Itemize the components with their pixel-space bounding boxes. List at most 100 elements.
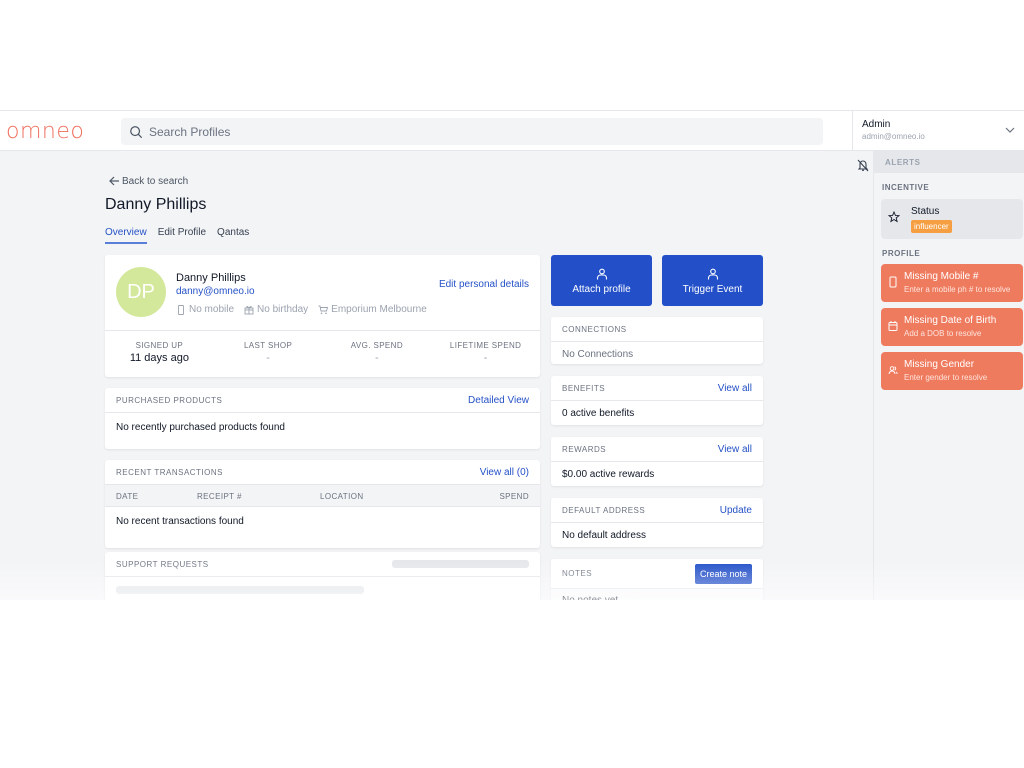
incentive-badge: influencer: [911, 220, 952, 233]
profile-birthday: No birthday: [257, 304, 309, 315]
loading-skeleton: [116, 586, 364, 594]
card-label: PURCHASED PRODUCTS: [116, 395, 223, 405]
rewards-card: REWARDS View all $0.00 active rewards: [551, 437, 763, 486]
stat-label: LAST SHOP: [243, 341, 293, 350]
card-label: CONNECTIONS: [562, 324, 627, 334]
arrow-left-icon: [109, 176, 119, 186]
mobile-icon: [178, 304, 184, 315]
back-label: Back to search: [122, 175, 189, 187]
attach-profile-button[interactable]: Attach profile: [551, 255, 652, 306]
address-value: No default address: [562, 530, 646, 541]
alert-title: Missing Mobile #: [904, 271, 979, 282]
card-label: NOTES: [562, 569, 593, 578]
page-title: Danny Phillips: [105, 196, 207, 213]
tab-overview[interactable]: Overview: [105, 227, 147, 244]
view-all-transactions-link[interactable]: View all (0): [480, 467, 529, 478]
incentive-section-label: INCENTIVE: [882, 183, 930, 192]
profile-tabs: Overview Edit Profile Qantas: [105, 227, 249, 244]
col-location[interactable]: LOCATION: [320, 492, 364, 501]
connections-card: CONNECTIONS No Connections: [551, 317, 763, 364]
col-spend[interactable]: SPEND: [499, 492, 529, 501]
search-input[interactable]: [149, 124, 799, 139]
alert-title: Missing Gender: [904, 359, 975, 370]
alert-subtitle: Enter gender to resolve: [904, 373, 988, 382]
stat-lifetime-spend: LIFETIME SPEND -: [431, 341, 540, 364]
profile-store: Emporium Melbourne: [331, 304, 427, 315]
col-receipt[interactable]: RECEIPT #: [197, 492, 242, 501]
default-address-card: DEFAULT ADDRESS Update No default addres…: [551, 498, 763, 547]
support-requests-card: SUPPORT REQUESTS: [105, 552, 540, 600]
table-header: DATE RECEIPT # LOCATION SPEND: [105, 485, 540, 507]
button-label: Attach profile: [572, 283, 631, 295]
create-note-button[interactable]: Create note: [694, 563, 752, 584]
alert-subtitle: Enter a mobile ph # to resolve: [904, 285, 1011, 294]
stat-value: -: [266, 352, 270, 364]
omneo-logo[interactable]: omneo: [6, 119, 84, 144]
incentive-status-card[interactable]: Status influencer: [881, 199, 1023, 239]
empty-message: No notes yet: [551, 589, 763, 600]
alerts-title: ALERTS: [874, 151, 1024, 173]
card-label: DEFAULT ADDRESS: [562, 505, 646, 515]
search-box[interactable]: [121, 118, 823, 145]
rewards-value: $0.00 active rewards: [562, 469, 655, 480]
notes-card: NOTES Create note No notes yet: [551, 559, 763, 600]
tab-qantas[interactable]: Qantas: [217, 227, 249, 244]
update-address-link[interactable]: Update: [720, 505, 752, 516]
edit-personal-details-link[interactable]: Edit personal details: [439, 279, 529, 290]
col-date[interactable]: DATE: [116, 492, 138, 501]
incentive-title: Status: [911, 206, 940, 217]
profile-email[interactable]: danny@omneo.io: [176, 286, 255, 297]
button-label: Trigger Event: [682, 283, 743, 295]
stat-signed-up: SIGNED UP 11 days ago: [105, 341, 214, 364]
profile-name: Danny Phillips: [176, 272, 246, 284]
back-to-search-link[interactable]: Back to search: [108, 175, 188, 187]
star-icon: [888, 211, 900, 223]
view-all-rewards-link[interactable]: View all: [718, 444, 752, 455]
card-label: RECENT TRANSACTIONS: [116, 467, 223, 477]
user-menu[interactable]: Admin admin@omneo.io: [852, 111, 1024, 151]
empty-message: No Connections: [562, 349, 634, 360]
view-all-benefits-link[interactable]: View all: [718, 383, 752, 394]
alerts-panel: ALERTS INCENTIVE Status influencer PROFI…: [873, 151, 1024, 600]
loading-skeleton: [392, 560, 529, 568]
benefits-value: 0 active benefits: [562, 408, 635, 419]
user-icon: [596, 268, 607, 279]
chevron-down-icon[interactable]: [1004, 124, 1016, 136]
search-icon: [130, 125, 143, 138]
bell-off-icon[interactable]: [856, 158, 870, 172]
stat-label: LIFETIME SPEND: [449, 341, 522, 350]
profile-card: DP Danny Phillips danny@omneo.io No mobi…: [105, 255, 540, 377]
card-label: SUPPORT REQUESTS: [116, 559, 209, 569]
avatar: DP: [116, 267, 166, 317]
empty-message: No recent transactions found: [116, 516, 244, 527]
profile-meta: No mobile No birthday Emporium Melbourne: [176, 304, 427, 315]
purchased-products-card: PURCHASED PRODUCTS Detailed View No rece…: [105, 388, 540, 449]
stat-label: SIGNED UP: [135, 341, 184, 350]
trigger-event-button[interactable]: Trigger Event: [662, 255, 763, 306]
stat-value: 11 days ago: [129, 352, 189, 364]
users-icon: [888, 366, 898, 375]
stat-value: -: [483, 352, 488, 364]
empty-message: No recently purchased products found: [116, 422, 285, 433]
user-name: Admin: [862, 119, 891, 130]
card-label: REWARDS: [562, 444, 607, 454]
card-label: BENEFITS: [562, 383, 606, 393]
stat-avg-spend: AVG. SPEND -: [323, 341, 432, 364]
stat-last-shop: LAST SHOP -: [214, 341, 323, 364]
tab-edit-profile[interactable]: Edit Profile: [158, 227, 206, 244]
detailed-view-link[interactable]: Detailed View: [468, 395, 529, 406]
alert-missing-mobile[interactable]: Missing Mobile # Enter a mobile ph # to …: [881, 264, 1023, 302]
app-viewport: omneo Admin admin@omneo.io ALERTS INCENT…: [0, 110, 1024, 600]
cart-icon: [318, 305, 329, 314]
alert-missing-dob[interactable]: Missing Date of Birth Add a DOB to resol…: [881, 308, 1023, 346]
user-icon: [707, 268, 718, 279]
alert-title: Missing Date of Birth: [904, 315, 997, 326]
profile-mobile: No mobile: [189, 304, 235, 315]
top-bar: omneo Admin admin@omneo.io: [0, 111, 1024, 151]
profile-section-label: PROFILE: [882, 249, 921, 258]
gift-icon: [244, 305, 254, 314]
divider: [105, 330, 540, 331]
alert-missing-gender[interactable]: Missing Gender Enter gender to resolve: [881, 352, 1023, 390]
user-email: admin@omneo.io: [862, 132, 925, 141]
stat-value: -: [375, 352, 379, 364]
